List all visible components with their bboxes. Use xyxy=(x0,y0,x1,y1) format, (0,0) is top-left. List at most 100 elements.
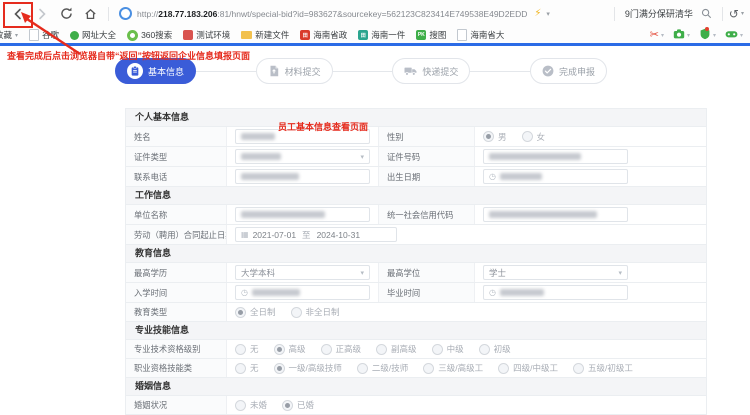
radio-option[interactable]: 二级/技师 xyxy=(356,362,408,374)
search-icon[interactable] xyxy=(701,8,712,19)
redacted-value xyxy=(241,211,325,218)
radio-button[interactable] xyxy=(235,399,246,411)
shield-icon[interactable]: ▾ xyxy=(699,27,716,42)
bookmark-item[interactable]: 田海南一件 xyxy=(358,29,405,41)
browser-search[interactable]: 9门满分保研清华 xyxy=(621,7,716,20)
chevron-down-icon[interactable]: ▾ xyxy=(546,10,550,18)
scissors-icon[interactable]: ✂ ▾ xyxy=(650,30,664,41)
radio-option[interactable]: 全日制 xyxy=(235,306,276,318)
step-4[interactable]: 完成申报 xyxy=(529,58,607,84)
folder-icon xyxy=(241,31,253,39)
daterange-input[interactable]: ▦ 2021-07-01 至 2024-10-31 xyxy=(235,227,397,242)
select-input[interactable]: 大学本科 ▾ xyxy=(235,265,370,280)
radio-button[interactable] xyxy=(235,362,246,374)
radio-option[interactable]: 五级/初级工 xyxy=(573,362,633,374)
radio-option[interactable]: 非全日制 xyxy=(290,306,340,318)
field-value xyxy=(226,205,378,224)
form-row: 婚姻状况 未婚 已婚 xyxy=(126,396,706,415)
radio-button[interactable] xyxy=(273,343,285,355)
field-value: 未婚 已婚 xyxy=(226,396,706,414)
radio-option[interactable]: 一级/高级技师 xyxy=(273,362,342,374)
date-input[interactable]: ◷ xyxy=(235,285,370,300)
address-bar[interactable]: http://218.77.183.206:81/hnwt/special-bi… xyxy=(115,7,608,20)
gamepad-icon[interactable]: ▾ xyxy=(725,28,743,42)
reload-button[interactable] xyxy=(54,3,78,25)
forward-icon xyxy=(39,8,46,19)
radio-option[interactable]: 无 xyxy=(235,362,259,374)
search-hotword[interactable]: 9门满分保研清华 xyxy=(625,7,693,20)
radio-button[interactable] xyxy=(483,131,494,142)
bookmark-item[interactable]: 360搜索 xyxy=(127,29,172,41)
radio-label: 副高级 xyxy=(391,344,417,354)
radio-option[interactable]: 三级/高级工 xyxy=(423,362,483,374)
bookmark-item[interactable]: 谷歌 xyxy=(29,29,59,41)
text-input[interactable] xyxy=(235,169,370,184)
bookmark-item[interactable]: 新建文件 xyxy=(241,29,289,41)
radio-option[interactable]: 中级 xyxy=(431,343,464,355)
extension-icons: ✂ ▾ ▾ ▾ ▾ xyxy=(650,27,745,42)
radio-option[interactable]: 女 xyxy=(521,131,545,143)
bookmark-item[interactable]: 测试环境 xyxy=(183,29,230,41)
radio-label: 正高级 xyxy=(335,344,362,354)
radio-option[interactable]: 已婚 xyxy=(282,399,314,411)
step-3[interactable]: 快递提交 xyxy=(392,58,471,84)
undo-button[interactable]: ↺ ▾ xyxy=(729,7,744,21)
flash-icon[interactable]: ⚡ xyxy=(534,8,541,19)
chevron-down-icon: ▾ xyxy=(360,153,364,161)
radio-button[interactable] xyxy=(521,131,533,142)
doc-icon xyxy=(457,29,468,41)
radio-option[interactable]: 正高级 xyxy=(320,343,362,355)
radio-group: 无 一级/高级技师 二级/技师 三级/高级工 四级/中级工 五级/初级工 xyxy=(235,362,633,374)
radio-label: 三级/高级工 xyxy=(438,363,484,373)
radio-button[interactable] xyxy=(573,362,585,374)
radio-button[interactable] xyxy=(273,362,285,374)
field-label: 最高学历 xyxy=(126,263,226,282)
field-label: 入学时间 xyxy=(126,283,226,302)
field-label: 毕业时间 xyxy=(378,283,474,302)
form-row: 联系电话 出生日期 ◷ xyxy=(126,167,706,187)
step-2[interactable]: 材料提交 xyxy=(255,58,333,84)
radio-option[interactable]: 高级 xyxy=(273,343,306,355)
radio-button[interactable] xyxy=(431,343,443,355)
field-label: 教育类型 xyxy=(126,303,226,321)
text-input[interactable] xyxy=(235,207,370,222)
radio-button[interactable] xyxy=(235,343,246,355)
radio-button[interactable] xyxy=(235,306,246,318)
date-input[interactable]: ◷ xyxy=(483,169,628,184)
forward-button[interactable] xyxy=(30,3,54,25)
bookmark-item[interactable]: PK 搜图 xyxy=(416,29,446,41)
select-input[interactable]: ▾ xyxy=(235,149,370,164)
step-label: 材料提交 xyxy=(284,66,321,77)
redacted-value xyxy=(251,289,300,296)
radio-option[interactable]: 男 xyxy=(483,131,507,143)
home-button[interactable] xyxy=(78,3,102,25)
form-row: 单位名称 统一社会信用代码 xyxy=(126,205,706,225)
section-header: 专业技能信息 xyxy=(126,322,706,340)
radio-button[interactable] xyxy=(478,343,490,355)
radio-option[interactable]: 无 xyxy=(235,343,259,355)
radio-option[interactable]: 四级/中级工 xyxy=(498,362,558,374)
camera-icon[interactable]: ▾ xyxy=(673,28,690,42)
radio-button[interactable] xyxy=(376,343,388,355)
radio-button[interactable] xyxy=(320,343,332,355)
radio-option[interactable]: 未婚 xyxy=(235,399,267,411)
select-input[interactable]: 学士 ▾ xyxy=(483,265,628,280)
bookmark-item[interactable]: 海南省大 xyxy=(457,29,504,41)
home-icon xyxy=(84,8,96,19)
field-value: 大学本科 ▾ xyxy=(226,263,378,282)
radio-button[interactable] xyxy=(356,362,368,374)
radio-button[interactable] xyxy=(290,306,302,318)
bookmark-item[interactable]: 田海南省政 xyxy=(300,29,347,41)
radio-option[interactable]: 初级 xyxy=(478,343,511,355)
text-input[interactable] xyxy=(483,207,628,222)
bookmark-item[interactable]: 网址大全 xyxy=(70,29,116,41)
clock-icon: ◷ xyxy=(489,171,496,181)
text-input[interactable] xyxy=(483,149,628,164)
radio-button[interactable] xyxy=(423,362,435,374)
radio-button[interactable] xyxy=(498,362,510,374)
back-button[interactable] xyxy=(6,3,30,25)
radio-button[interactable] xyxy=(282,399,294,411)
date-input[interactable]: ◷ xyxy=(483,285,628,300)
radio-option[interactable]: 副高级 xyxy=(376,343,417,355)
bookmark-item[interactable]: 收藏▾ xyxy=(0,29,18,41)
